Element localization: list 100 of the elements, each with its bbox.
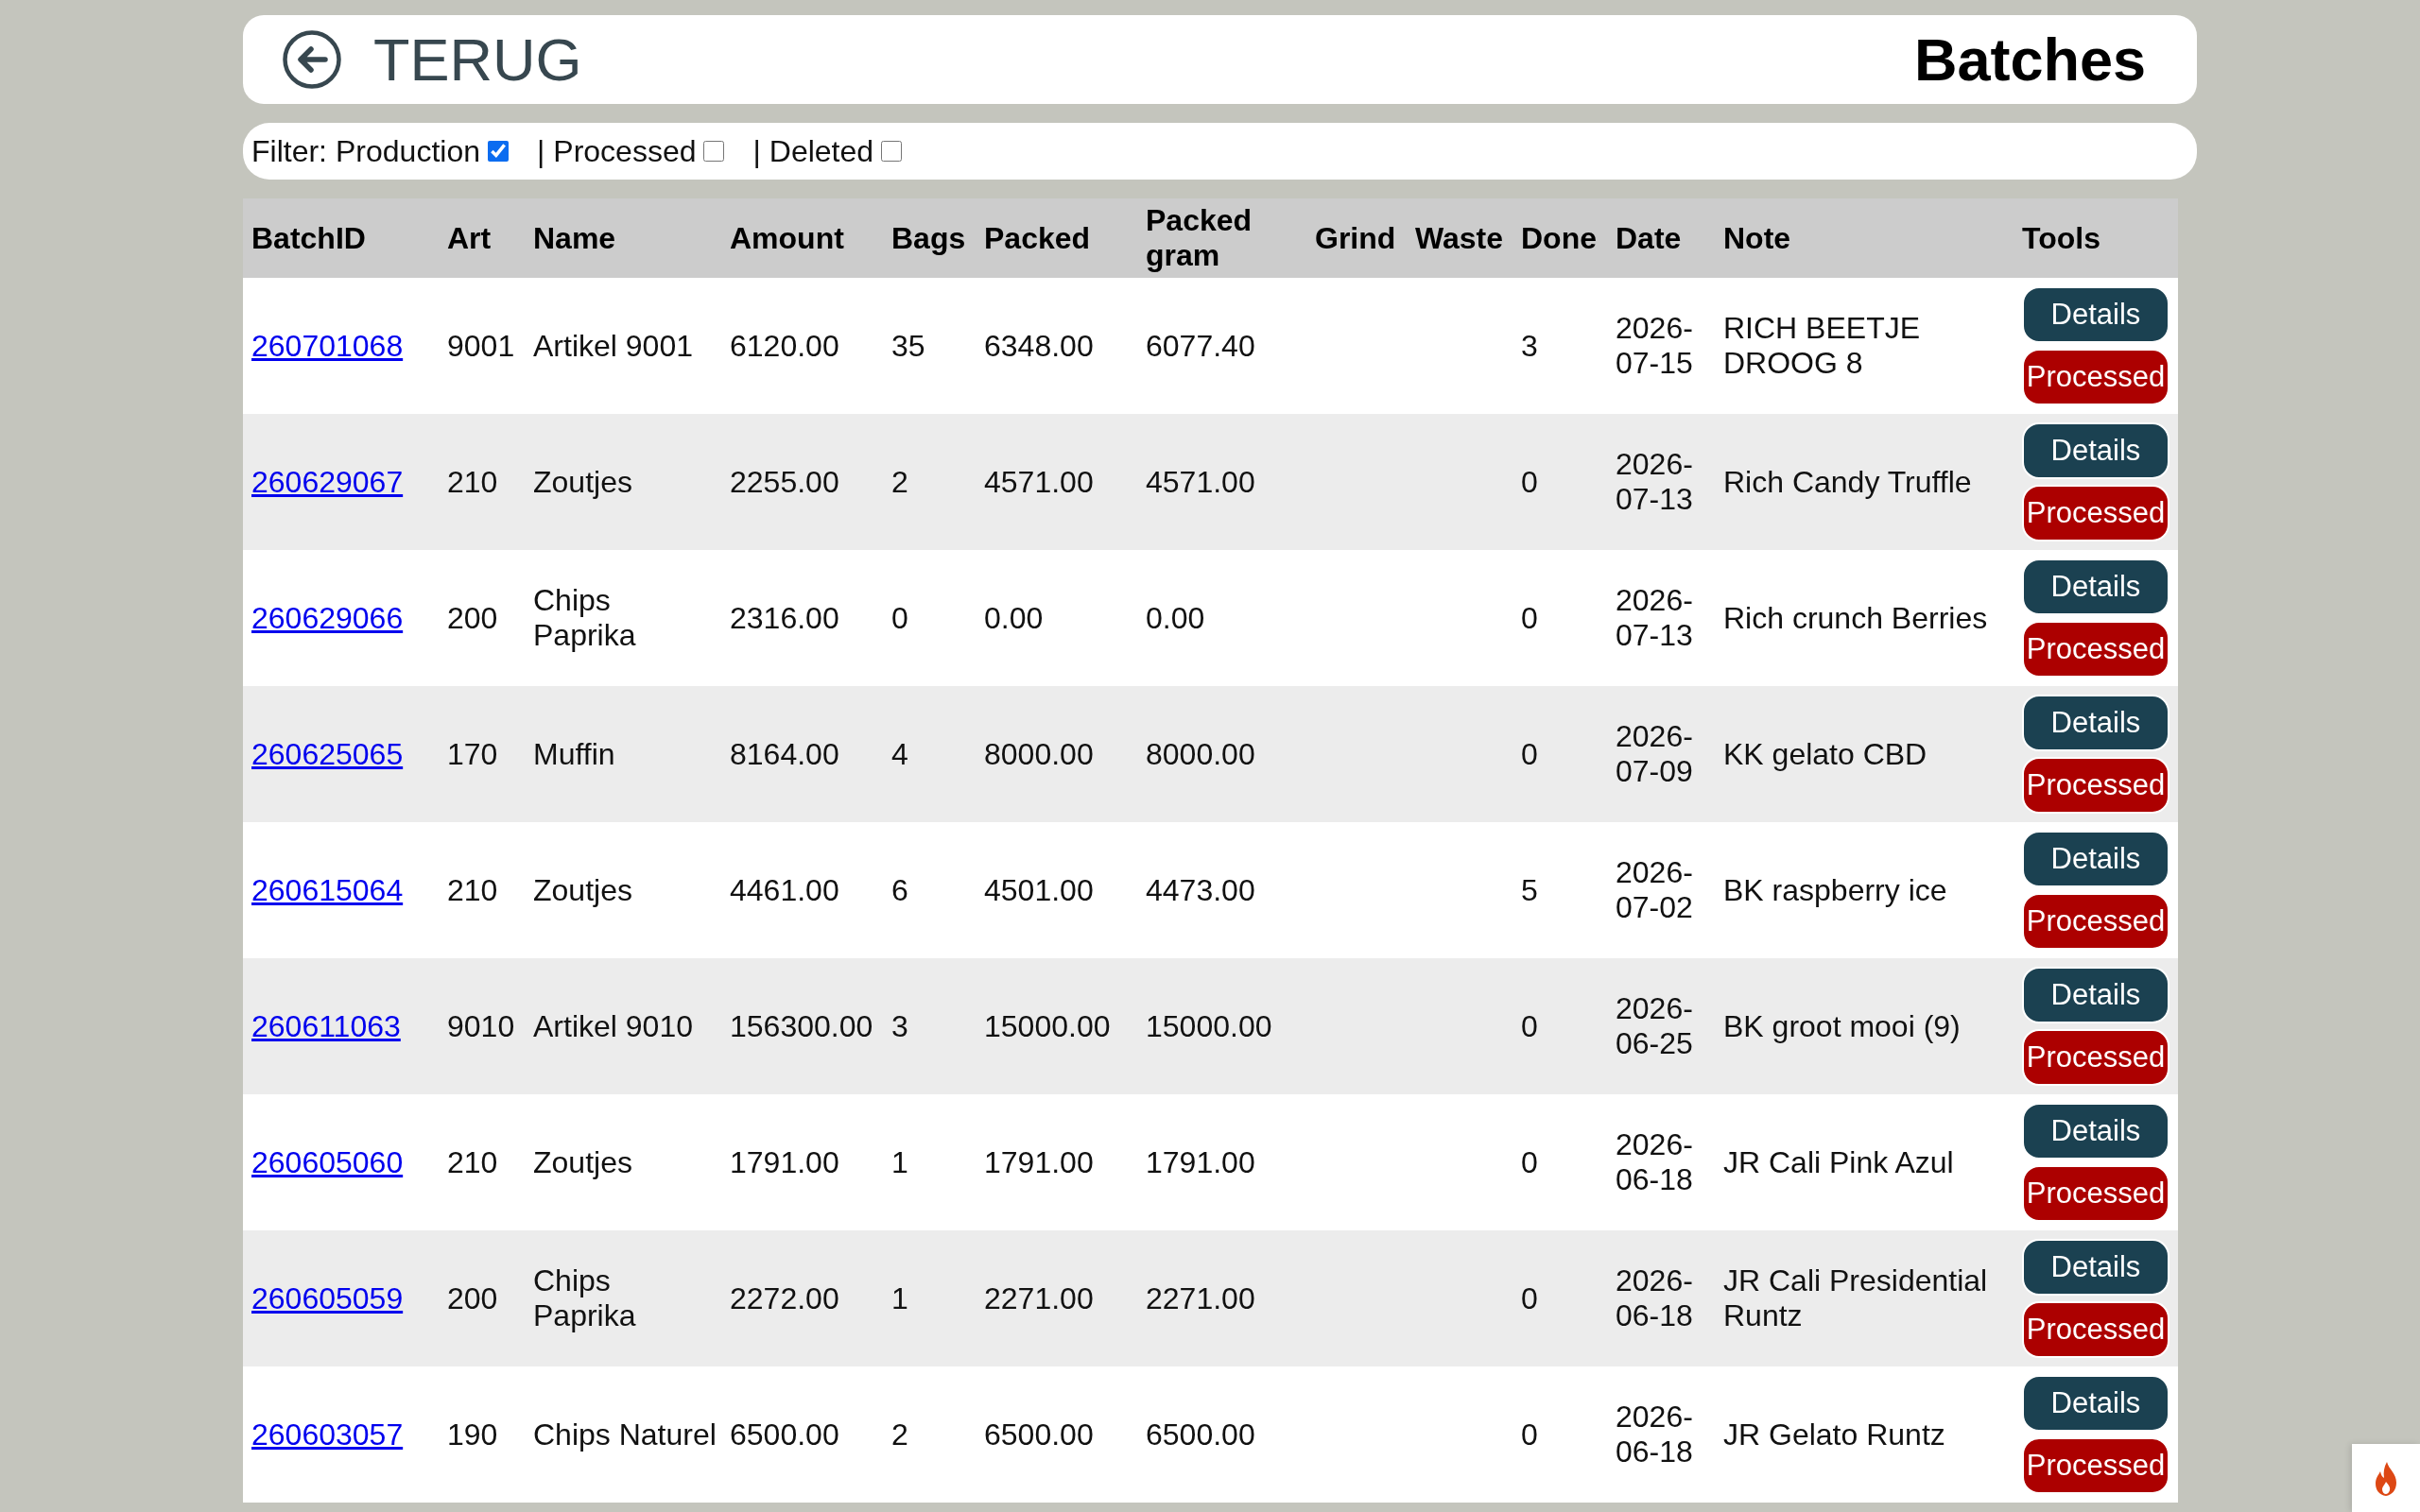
table-cell: 4473.00 (1137, 822, 1306, 958)
details-button[interactable]: Details (2022, 695, 2169, 751)
column-header: Bags (883, 198, 976, 278)
table-cell: 2026-07-09 (1607, 686, 1715, 822)
table-cell: 0.00 (1137, 550, 1306, 686)
table-cell: 2255.00 (721, 414, 883, 550)
batch-link[interactable]: 260629067 (251, 464, 404, 499)
processed-button[interactable]: Processed (2022, 485, 2169, 541)
table-cell: 4571.00 (976, 414, 1137, 550)
column-header: Name (525, 198, 721, 278)
table-cell: Chips Paprika (525, 550, 721, 686)
batch-link[interactable]: 260611063 (251, 1008, 401, 1043)
table-cell: 6500.00 (721, 1366, 883, 1503)
table-cell: Artikel 9001 (525, 278, 721, 414)
table-cell: 4 (883, 686, 976, 822)
table-cell: Muffin (525, 686, 721, 822)
back-link[interactable]: TERUG (283, 29, 582, 90)
page-title: Batches (1913, 29, 2146, 90)
details-button[interactable]: Details (2022, 1103, 2169, 1160)
filter-checkbox[interactable] (488, 141, 509, 162)
table-cell: 200 (439, 550, 525, 686)
table-cell: 1 (883, 1230, 976, 1366)
processed-button[interactable]: Processed (2022, 621, 2169, 678)
table-cell: 0.00 (976, 550, 1137, 686)
table-cell: 2316.00 (721, 550, 883, 686)
table-cell: 2271.00 (976, 1230, 1137, 1366)
table-cell: 15000.00 (976, 958, 1137, 1094)
details-button[interactable]: Details (2022, 831, 2169, 887)
filter-option-label: Production (336, 133, 480, 169)
table-cell: 1791.00 (1137, 1094, 1306, 1230)
filter-checkbox[interactable] (703, 141, 725, 162)
processed-button[interactable]: Processed (2022, 349, 2169, 405)
table-cell: Chips Paprika (525, 1230, 721, 1366)
filter-option-label: Processed (553, 133, 697, 169)
table-cell: Rich crunch Berries (1715, 550, 2014, 686)
details-button[interactable]: Details (2022, 1239, 2169, 1296)
column-header: Amount (721, 198, 883, 278)
batch-link[interactable]: 260615064 (251, 872, 404, 907)
table-cell: 2272.00 (721, 1230, 883, 1366)
column-header: Packed gram (1137, 198, 1306, 278)
table-cell: 2026-06-18 (1607, 1366, 1715, 1503)
table-cell: JR Cali Presidential Runtz (1715, 1230, 2014, 1366)
table-cell: 2026-06-18 (1607, 1230, 1715, 1366)
column-header: Tools (2014, 198, 2178, 278)
column-header: Date (1607, 198, 1715, 278)
table-cell: BK groot mooi (9) (1715, 958, 2014, 1094)
table-cell: Zoutjes (525, 414, 721, 550)
batch-link[interactable]: 260625065 (251, 736, 404, 771)
column-header: Grind (1306, 198, 1407, 278)
batch-link[interactable]: 260701068 (251, 328, 404, 363)
table-cell: 200 (439, 1230, 525, 1366)
table-cell: 8164.00 (721, 686, 883, 822)
batch-link[interactable]: 260605059 (251, 1280, 404, 1315)
details-button[interactable]: Details (2022, 422, 2169, 479)
filter-option-label: Deleted (769, 133, 874, 169)
table-cell: 2 (883, 414, 976, 550)
column-header: BatchID (243, 198, 439, 278)
table-cell: 2026-07-13 (1607, 414, 1715, 550)
processed-button[interactable]: Processed (2022, 1437, 2169, 1494)
table-cell: 0 (1512, 1230, 1607, 1366)
details-button[interactable]: Details (2022, 967, 2169, 1023)
batch-link[interactable]: 260603057 (251, 1417, 404, 1452)
batch-link[interactable]: 260629066 (251, 600, 404, 635)
table-cell: RICH BEETJE DROOG 8 (1715, 278, 2014, 414)
processed-button[interactable]: Processed (2022, 757, 2169, 814)
table-cell: Zoutjes (525, 822, 721, 958)
processed-button[interactable]: Processed (2022, 1029, 2169, 1086)
table-cell: BK raspberry ice (1715, 822, 2014, 958)
table-cell: 6120.00 (721, 278, 883, 414)
flame-icon[interactable] (2352, 1444, 2420, 1512)
filter-checkbox[interactable] (881, 141, 903, 162)
table-cell: 210 (439, 822, 525, 958)
table-cell: 6077.40 (1137, 278, 1306, 414)
table-cell: 2 (883, 1366, 976, 1503)
table-cell: 6500.00 (976, 1366, 1137, 1503)
table-cell: 0 (1512, 414, 1607, 550)
column-header: Art (439, 198, 525, 278)
table-cell: Zoutjes (525, 1094, 721, 1230)
table-cell: Chips Naturel (525, 1366, 721, 1503)
table-cell: 3 (1512, 278, 1607, 414)
table-cell: 1791.00 (976, 1094, 1137, 1230)
details-button[interactable]: Details (2022, 558, 2169, 615)
batch-link[interactable]: 260605060 (251, 1144, 404, 1179)
table-cell: 8000.00 (1137, 686, 1306, 822)
table-cell: 0 (1512, 958, 1607, 1094)
details-button[interactable]: Details (2022, 1375, 2169, 1432)
processed-button[interactable]: Processed (2022, 1301, 2169, 1358)
table-cell: 210 (439, 414, 525, 550)
processed-button[interactable]: Processed (2022, 893, 2169, 950)
table-cell: 15000.00 (1137, 958, 1306, 1094)
processed-button[interactable]: Processed (2022, 1165, 2169, 1222)
table-cell: 8000.00 (976, 686, 1137, 822)
table-cell: 0 (883, 550, 976, 686)
table-cell: 3 (883, 958, 976, 1094)
table-cell: 190 (439, 1366, 525, 1503)
table-cell: 210 (439, 1094, 525, 1230)
column-header: Note (1715, 198, 2014, 278)
table-cell: 6348.00 (976, 278, 1137, 414)
table-cell: 6 (883, 822, 976, 958)
details-button[interactable]: Details (2022, 286, 2169, 343)
